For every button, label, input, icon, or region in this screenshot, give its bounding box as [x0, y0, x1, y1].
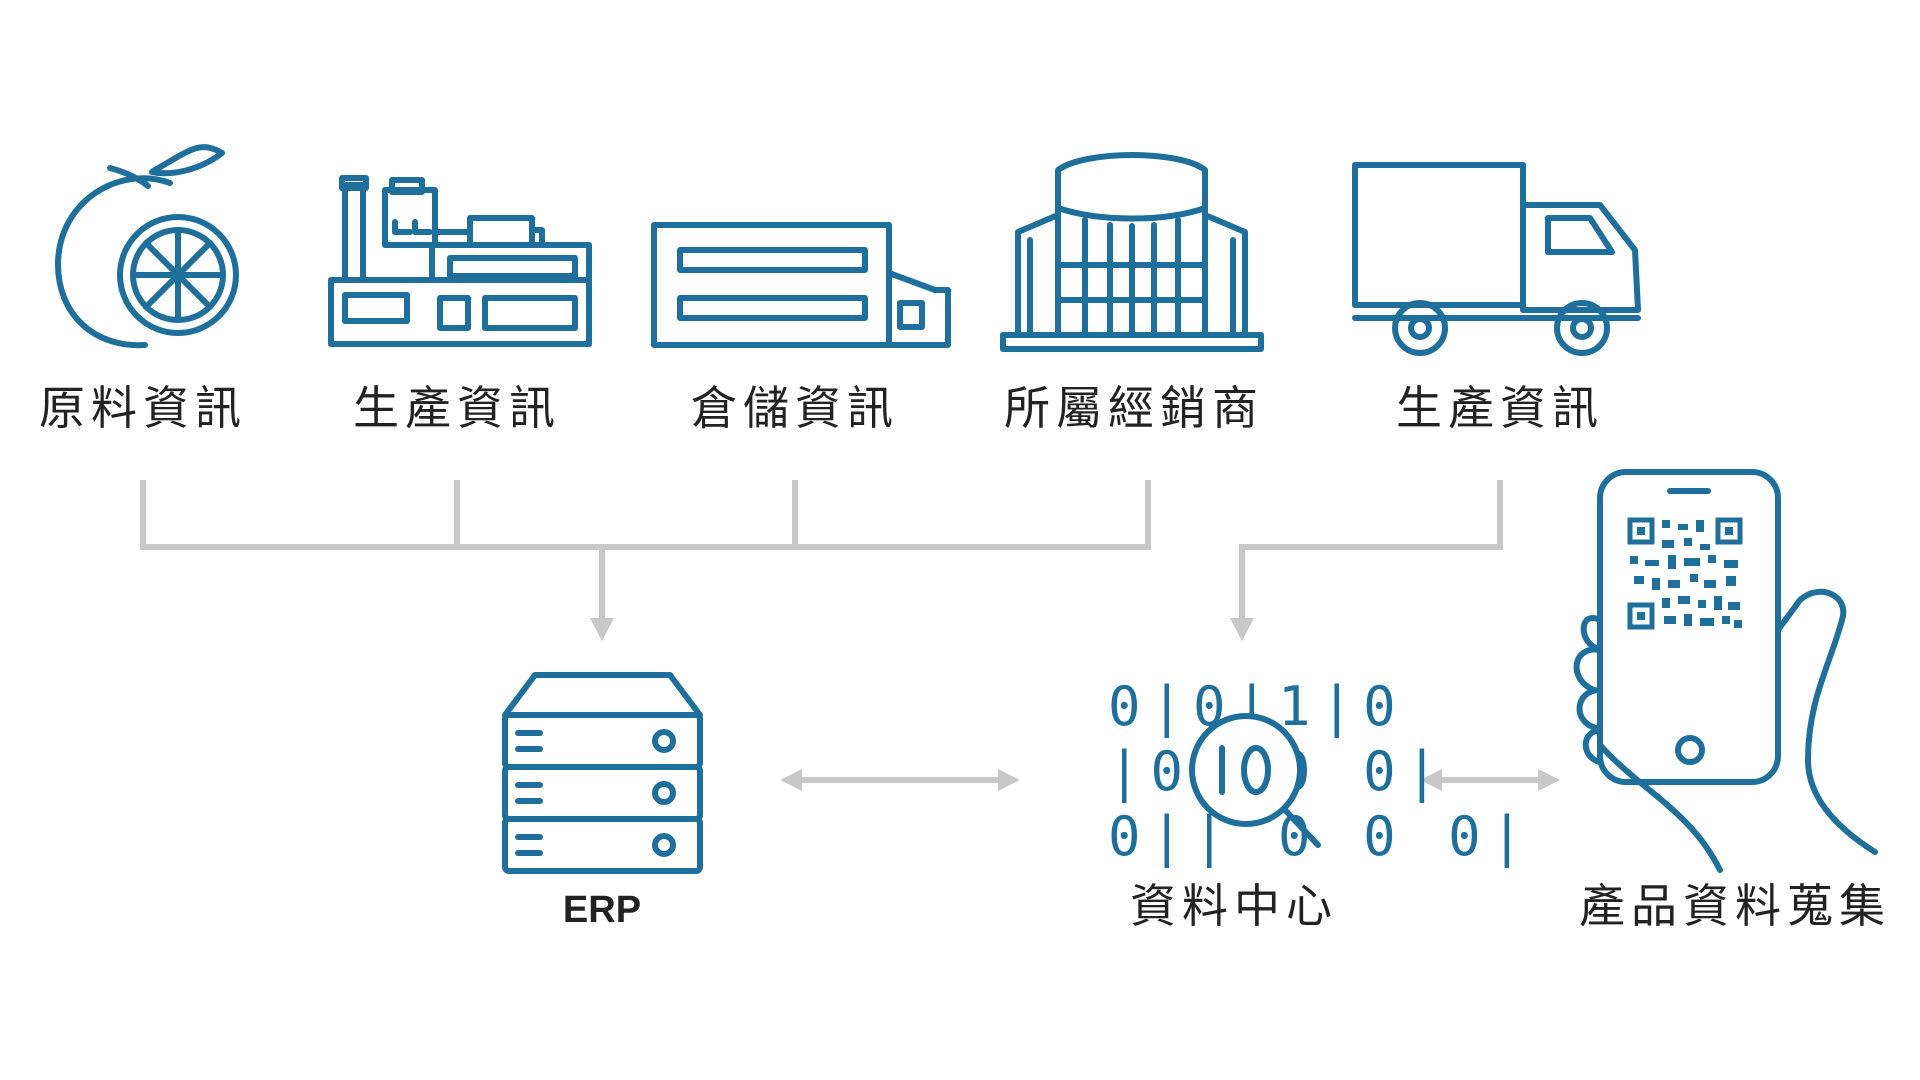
bit-row-3: 0|| 0 0 0|: [1108, 805, 1533, 868]
connector-logistics-to-data-center: [1230, 480, 1503, 641]
qr-code-icon: [1627, 517, 1743, 630]
warehouse-icon: [651, 222, 951, 348]
hub-label-data-center: 資料中心: [1130, 879, 1338, 933]
binary-search-icon: 0|0|1|0 |0 |0 0| 0|| 0 0 0|: [1108, 675, 1533, 868]
source-label-production: 生產資訊: [353, 381, 561, 435]
hub-label-erp: ERP: [563, 889, 641, 931]
phone-qr-scan-icon: [1573, 469, 1878, 873]
data-flow-diagram: 原料資訊 生產資訊 倉儲資訊 所屬經銷商 生產資訊 0|0|1|0 |0 0| …: [39, 144, 1891, 933]
distributor-building-icon: [1000, 152, 1264, 352]
connector-sources-to-erp: [140, 480, 1151, 641]
server-icon: [502, 672, 703, 874]
hub-label-product-collection: 產品資料蒐集: [1579, 879, 1891, 933]
connector-erp-data-center: [780, 769, 1020, 791]
source-label-logistics: 生產資訊: [1396, 381, 1604, 435]
source-label-distributor: 所屬經銷商: [1004, 381, 1264, 435]
source-label-raw-material: 原料資訊: [39, 381, 247, 435]
orange-fruit-icon: [54, 144, 239, 349]
delivery-truck-icon: [1352, 162, 1641, 356]
factory-icon: [328, 175, 592, 347]
source-label-warehouse: 倉儲資訊: [691, 381, 899, 435]
